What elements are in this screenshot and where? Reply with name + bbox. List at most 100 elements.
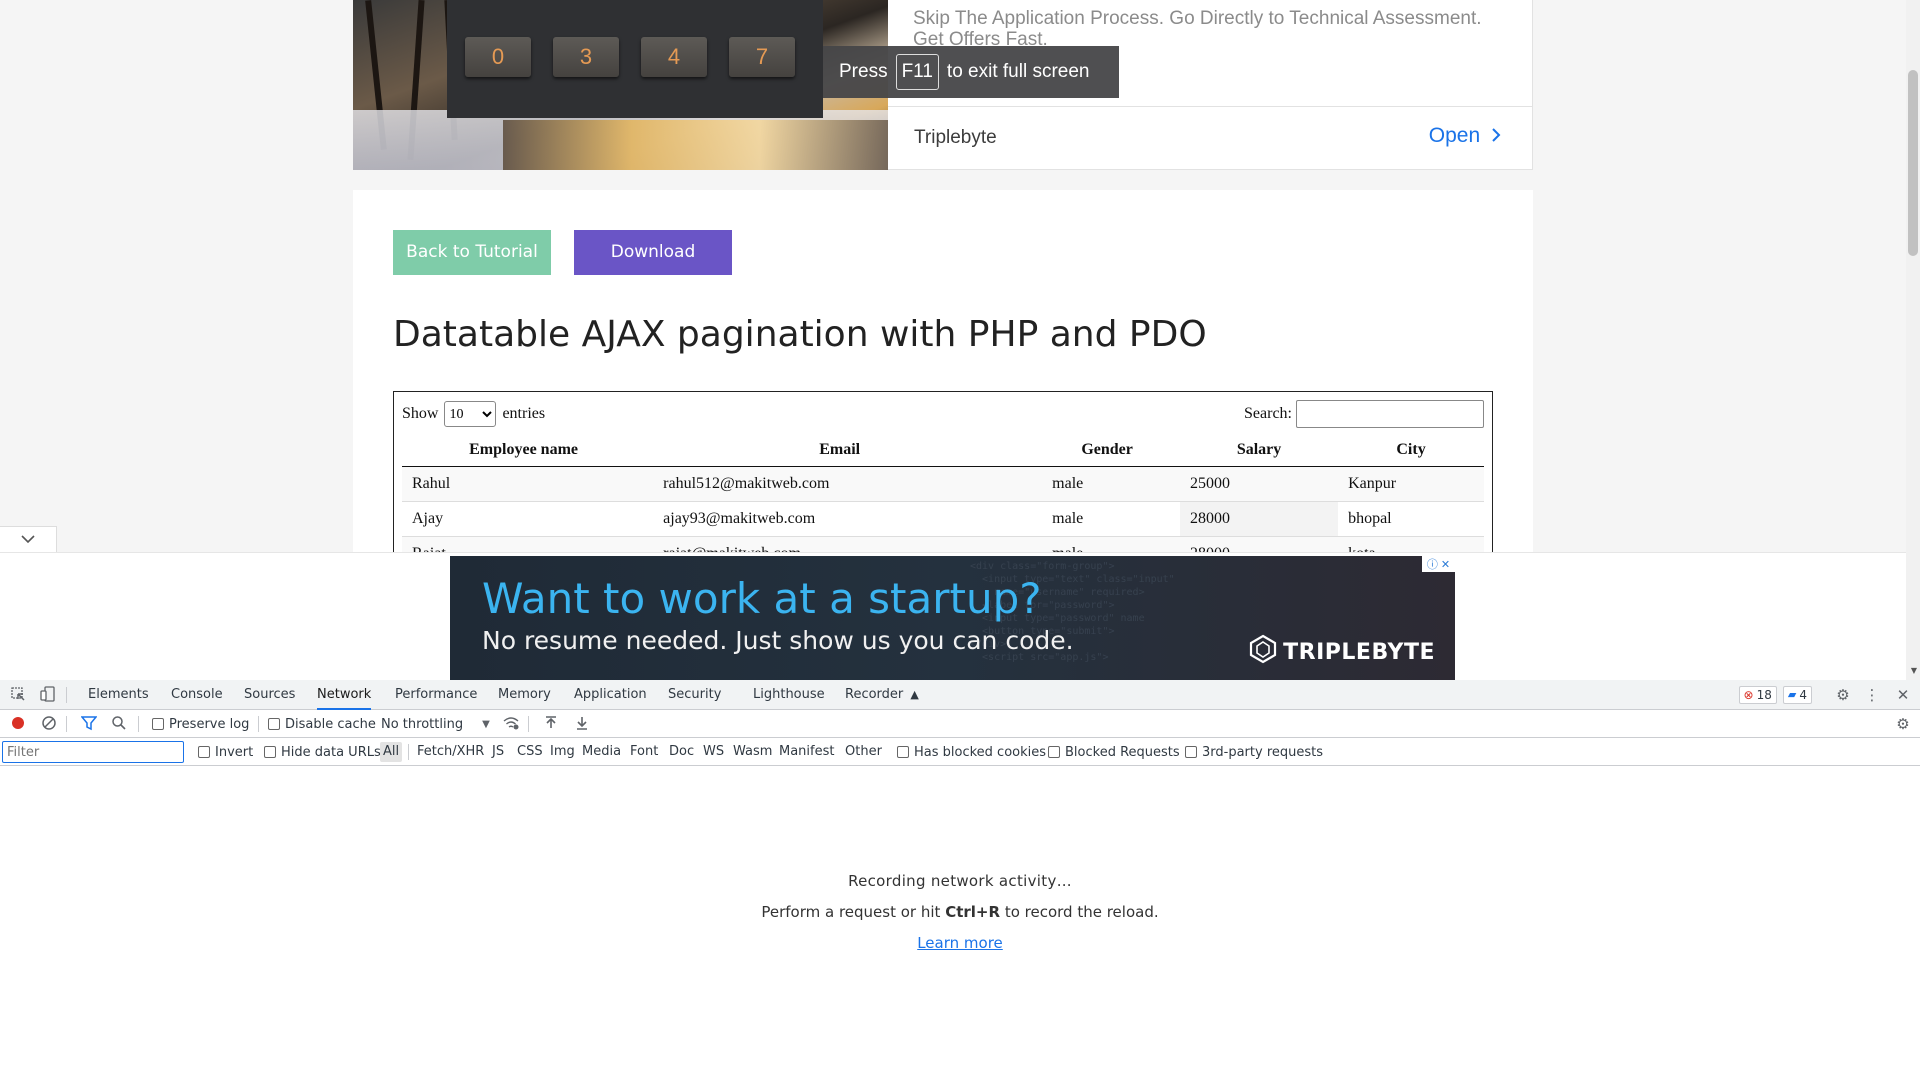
column-header-gender[interactable]: Gender [1034, 434, 1181, 467]
error-count-badge[interactable]: ⊗ 18 [1738, 686, 1777, 704]
filter-type-all[interactable]: All [380, 742, 403, 762]
divider [66, 687, 67, 703]
cell-salary: 25000 [1180, 465, 1339, 501]
filter-type-fetch-xhr[interactable]: Fetch/XHR [414, 742, 487, 762]
hint-suffix: to record the reload. [1004, 903, 1159, 921]
filter-type-other[interactable]: Other [842, 742, 885, 762]
search-icon[interactable] [110, 715, 128, 733]
tab-console[interactable]: Console [171, 680, 223, 710]
filter-type-doc[interactable]: Doc [666, 742, 697, 762]
ad-choices[interactable]: ⓘ ✕ [1422, 556, 1455, 572]
column-header-city[interactable]: City [1338, 434, 1484, 467]
invert-checkbox[interactable] [198, 746, 210, 758]
scroll-down-arrow-icon[interactable]: ▼ [1911, 666, 1917, 675]
bottom-banner-ad[interactable]: <div class="form-group"> <input type="te… [450, 556, 1455, 680]
close-icon[interactable]: ✕ [1441, 558, 1450, 571]
top-ad-open-button[interactable]: Open [1429, 124, 1502, 148]
column-header-email[interactable]: Email [645, 434, 1035, 467]
filter-input[interactable] [2, 741, 184, 763]
learn-more-link[interactable]: Learn more [0, 934, 1920, 952]
network-conditions-icon[interactable] [502, 715, 520, 733]
search-input[interactable] [1296, 400, 1484, 428]
filter-type-manifest[interactable]: Manifest [776, 742, 837, 762]
tab-performance[interactable]: Performance [395, 680, 477, 710]
tab-application[interactable]: Application [574, 680, 647, 710]
third-party-requests-label: 3rd-party requests [1202, 744, 1324, 760]
record-icon[interactable] [9, 715, 27, 733]
fullscreen-exit-toast: Press F11 to exit full screen [823, 46, 1119, 98]
page-length-select[interactable]: 10 [444, 401, 497, 427]
top-ad-brand: Triplebyte [914, 127, 997, 148]
import-har-icon[interactable] [542, 715, 560, 733]
disable-cache-label: Disable cache [285, 716, 376, 732]
disable-cache-checkbox[interactable] [268, 718, 280, 730]
counter-panel: 0 3 4 7 [447, 0, 823, 118]
error-icon: ⊗ [1743, 688, 1754, 702]
device-toolbar-icon[interactable] [39, 686, 57, 704]
tab-elements[interactable]: Elements [88, 680, 149, 710]
hint-prefix: Perform a request or hit [761, 903, 941, 921]
inspect-element-icon[interactable] [9, 686, 27, 704]
tab-network[interactable]: Network [317, 680, 372, 710]
filter-type-wasm[interactable]: Wasm [730, 742, 775, 762]
disable-cache-toggle[interactable]: Disable cache [268, 710, 376, 738]
filter-type-css[interactable]: CSS [514, 742, 546, 762]
devtools-panel: Elements Console Sources Network Perform… [0, 680, 1920, 1080]
collapse-ad-button[interactable] [0, 526, 57, 552]
third-party-requests-toggle[interactable]: 3rd-party requests [1185, 738, 1323, 766]
tab-security[interactable]: Security [668, 680, 721, 710]
filter-type-media[interactable]: Media [579, 742, 624, 762]
tab-recorder[interactable]: Recorder ▲ [845, 680, 919, 710]
close-icon[interactable]: ✕ [1894, 686, 1912, 704]
cell-gender: male [1034, 500, 1181, 536]
divider [888, 106, 1533, 107]
filter-type-img[interactable]: Img [547, 742, 578, 762]
cell-city: Kanpur [1338, 465, 1484, 501]
tab-sources[interactable]: Sources [244, 680, 295, 710]
datatable-length-control: Show 10 entries [402, 401, 545, 427]
has-blocked-cookies-toggle[interactable]: Has blocked cookies [897, 738, 1046, 766]
clear-icon[interactable] [40, 715, 58, 733]
filter-type-ws[interactable]: WS [700, 742, 727, 762]
filter-type-font[interactable]: Font [627, 742, 661, 762]
counter-digit: 3 [553, 37, 619, 77]
ad-logo-text: TRIPLEBYTE [1283, 639, 1435, 665]
blocked-requests-checkbox[interactable] [1048, 746, 1060, 758]
invert-toggle[interactable]: Invert [198, 738, 253, 766]
download-button[interactable]: Download [574, 230, 732, 275]
more-options-icon[interactable]: ⋮ [1863, 686, 1881, 704]
throttling-select[interactable]: No throttling ▼ [381, 710, 490, 738]
hide-data-urls-checkbox[interactable] [264, 746, 276, 758]
export-har-icon[interactable] [573, 715, 591, 733]
preserve-log-checkbox[interactable] [152, 718, 164, 730]
gear-icon[interactable]: ⚙ [1834, 686, 1852, 704]
chevron-down-icon [21, 532, 35, 548]
page-scrollbar[interactable]: ▼ [1906, 0, 1920, 680]
scroll-thumb[interactable] [1908, 70, 1918, 256]
column-header-employee-name[interactable]: Employee name [402, 434, 646, 467]
preserve-log-toggle[interactable]: Preserve log [152, 710, 249, 738]
divider [138, 716, 139, 732]
message-count-badge[interactable]: ▰ 4 [1782, 686, 1812, 704]
toast-suffix: to exit full screen [946, 61, 1090, 82]
divider [258, 716, 259, 732]
back-to-tutorial-button[interactable]: Back to Tutorial [393, 230, 551, 275]
third-party-requests-checkbox[interactable] [1185, 746, 1197, 758]
column-header-salary[interactable]: Salary [1180, 434, 1339, 467]
blocked-requests-label: Blocked Requests [1065, 744, 1180, 760]
tab-lighthouse[interactable]: Lighthouse [753, 680, 825, 710]
has-blocked-cookies-checkbox[interactable] [897, 746, 909, 758]
record-reload-hint: Perform a request or hit Ctrl+R to recor… [0, 903, 1920, 921]
filter-type-js[interactable]: JS [489, 742, 507, 762]
throttling-value: No throttling [381, 716, 464, 732]
hide-data-urls-toggle[interactable]: Hide data URLs [264, 738, 381, 766]
network-settings-gear-icon[interactable]: ⚙ [1894, 715, 1912, 733]
info-icon[interactable]: ⓘ [1427, 556, 1438, 572]
employee-table: Employee name Email Gender Salary City R… [402, 434, 1484, 571]
filter-icon[interactable] [80, 715, 98, 733]
dropdown-arrow-icon: ▼ [482, 718, 490, 730]
tab-memory[interactable]: Memory [498, 680, 551, 710]
message-icon: ▰ [1787, 688, 1797, 701]
blocked-requests-toggle[interactable]: Blocked Requests [1048, 738, 1180, 766]
issue-badges: ⊗ 18 ▰ 4 [1738, 686, 1812, 704]
